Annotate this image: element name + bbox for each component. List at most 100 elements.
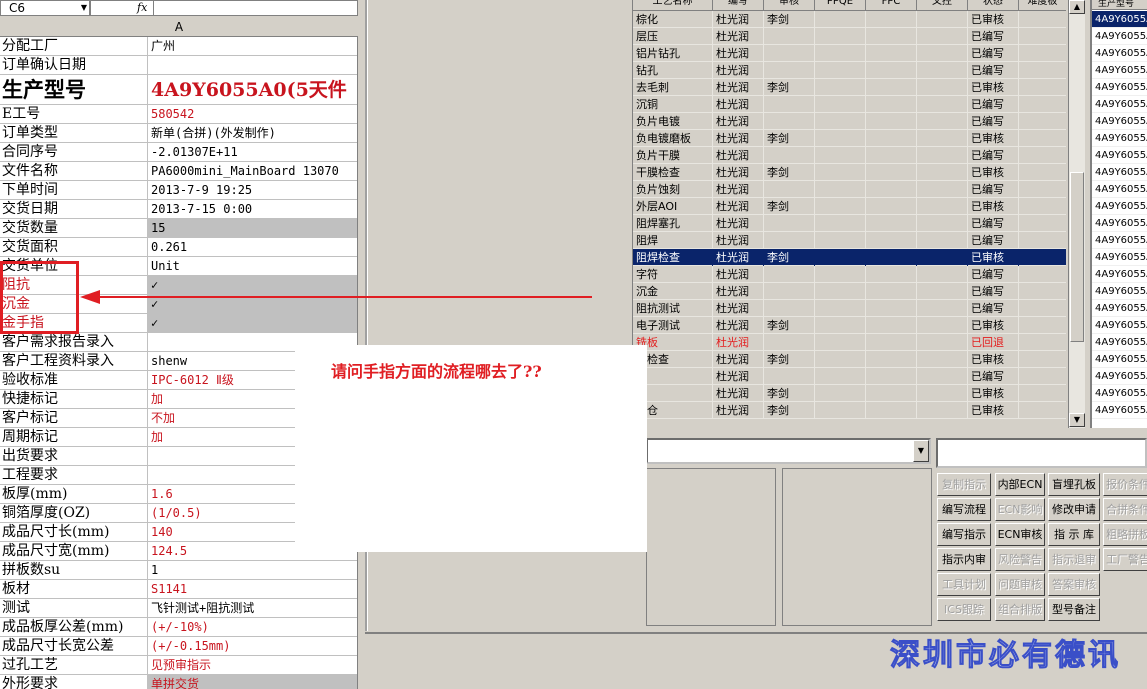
sheet-label-cell[interactable]: 拼板数su — [0, 561, 148, 580]
sheet-label-cell[interactable]: 验收标准 — [0, 371, 148, 390]
action-button[interactable]: 盲埋孔板 — [1048, 473, 1100, 496]
model-list-item[interactable]: 4A9Y6055A — [1092, 11, 1147, 28]
model-list-item[interactable]: 4A9Y6055A — [1092, 402, 1147, 419]
sheet-value-cell[interactable]: 广州 — [148, 37, 357, 56]
process-row[interactable]: 棕化 杜光润 李剑 已审核 — [633, 11, 1066, 28]
sheet-value-cell[interactable]: ✓ — [148, 295, 357, 314]
process-row[interactable]: 负电镀磨板 杜光润 李剑 已审核 — [633, 130, 1066, 147]
sheet-value-cell[interactable]: S1141 — [148, 580, 357, 599]
sheet-label-cell[interactable]: 工程要求 — [0, 466, 148, 485]
formula-bar[interactable]: fx — [90, 0, 358, 16]
action-button[interactable]: 合拼条件 — [1103, 498, 1147, 521]
model-list-item[interactable]: 4A9Y6055A — [1092, 300, 1147, 317]
sheet-value-cell[interactable]: 2013-7-9 19:25 — [148, 181, 357, 200]
process-row[interactable]: 铣板 杜光润 已回退 — [633, 334, 1066, 351]
action-button[interactable]: 型号备注 — [1048, 598, 1100, 621]
sheet-label-cell[interactable]: 订单类型 — [0, 124, 148, 143]
grid-column-header[interactable]: 状态 — [968, 0, 1019, 11]
cell-reference-box[interactable]: C6 ▼ — [0, 0, 90, 16]
action-button[interactable]: 组合排版 — [995, 598, 1045, 621]
action-button[interactable]: ECN审核 — [995, 523, 1045, 546]
model-list-item[interactable]: 4A9Y6055A — [1092, 147, 1147, 164]
function-icon[interactable]: fx — [137, 1, 147, 15]
model-list-item[interactable]: 4A9Y6055A — [1092, 351, 1147, 368]
grid-column-header[interactable]: 难度板 — [1019, 0, 1066, 11]
sheet-label-cell[interactable]: 过孔工艺 — [0, 656, 148, 675]
process-row[interactable]: 外层AOI 杜光润 李剑 已审核 — [633, 198, 1066, 215]
sheet-label-cell[interactable]: 合同序号 — [0, 143, 148, 162]
sheet-value-cell[interactable]: (+/-0.15mm) — [148, 637, 357, 656]
sheet-label-cell[interactable]: 客户工程资料录入 — [0, 352, 148, 371]
action-button[interactable]: ICS跟踪 — [937, 598, 991, 621]
action-button[interactable]: 指示退审 — [1048, 548, 1100, 571]
model-list-item[interactable]: 4A9Y6055A — [1092, 28, 1147, 45]
sheet-label-cell[interactable]: 文件名称 — [0, 162, 148, 181]
sheet-value-cell[interactable]: 580542 — [148, 105, 357, 124]
sheet-row[interactable]: 测试 飞针测试+阻抗测试 — [0, 599, 357, 618]
sheet-row[interactable]: E工号 580542 — [0, 105, 357, 124]
model-list-item[interactable]: 4A9Y6055A — [1092, 130, 1147, 147]
sheet-label-cell[interactable]: 快捷标记 — [0, 390, 148, 409]
sheet-label-cell[interactable]: 下单时间 — [0, 181, 148, 200]
grid-column-header[interactable]: 文控 — [917, 0, 968, 11]
sheet-label-cell[interactable]: 交货数量 — [0, 219, 148, 238]
sheet-value-cell[interactable]: 2013-7-15 0:00 — [148, 200, 357, 219]
scroll-down-icon[interactable]: ▼ — [1069, 413, 1085, 427]
sheet-label-cell[interactable]: 交货面积 — [0, 238, 148, 257]
sheet-label-cell[interactable]: 成品尺寸长宽公差 — [0, 637, 148, 656]
model-list-item[interactable]: 4A9Y6055A — [1092, 181, 1147, 198]
sheet-label-cell[interactable]: 成品尺寸长(mm) — [0, 523, 148, 542]
model-list-item[interactable]: 4A9Y6055A — [1092, 368, 1147, 385]
model-list-item[interactable]: 4A9Y6055A — [1092, 62, 1147, 79]
sheet-label-cell[interactable]: 客户需求报告录入 — [0, 333, 148, 352]
sheet-row[interactable]: 文件名称 PA6000mini_MainBoard 13070 — [0, 162, 357, 181]
sheet-row[interactable]: 交货数量 15 — [0, 219, 357, 238]
model-list-item[interactable]: 4A9Y6055A — [1092, 317, 1147, 334]
process-row[interactable]: 阻焊塞孔 杜光润 已编写 — [633, 215, 1066, 232]
action-button[interactable]: 修改申请 — [1048, 498, 1100, 521]
sheet-label-cell[interactable]: 生产型号 — [0, 75, 148, 105]
column-header-a[interactable]: A — [0, 17, 358, 37]
action-button[interactable]: 报价条件 — [1103, 473, 1147, 496]
action-button[interactable]: 问题审核 — [995, 573, 1045, 596]
model-list-item[interactable]: 4A9Y6055A — [1092, 198, 1147, 215]
sheet-value-cell[interactable]: 飞针测试+阻抗测试 — [148, 599, 357, 618]
sheet-label-cell[interactable]: 测试 — [0, 599, 148, 618]
model-list-item[interactable]: 4A9Y6055A — [1092, 266, 1147, 283]
process-row[interactable]: 阻焊 杜光润 已编写 — [633, 232, 1066, 249]
model-list-item[interactable]: 4A9Y6055A — [1092, 232, 1147, 249]
sheet-value-cell[interactable]: ✓ — [148, 314, 357, 333]
grid-column-header[interactable]: PPQE — [815, 0, 866, 11]
sheet-label-cell[interactable]: 订单确认日期 — [0, 56, 148, 75]
process-row[interactable]: 能检查 杜光润 李剑 已审核 — [633, 351, 1066, 368]
sheet-value-cell[interactable]: PA6000mini_MainBoard 13070 — [148, 162, 357, 181]
sheet-row[interactable]: 板材 S1141 — [0, 580, 357, 599]
sheet-value-cell[interactable]: (+/-10%) — [148, 618, 357, 637]
sheet-row[interactable]: 下单时间 2013-7-9 19:25 — [0, 181, 357, 200]
model-list-item[interactable]: 4A9Y6055A — [1092, 164, 1147, 181]
process-row[interactable]: 检杜光润已编写 — [633, 368, 1066, 385]
model-list-item[interactable]: 4A9Y6055A — [1092, 79, 1147, 96]
model-list-item[interactable]: 4A9Y6055A — [1092, 96, 1147, 113]
sheet-row[interactable]: 过孔工艺 见预审指示 — [0, 656, 357, 675]
sheet-row[interactable]: 分配工厂 广州 — [0, 37, 357, 56]
process-row[interactable]: 负片干膜 杜光润 已编写 — [633, 147, 1066, 164]
sheet-value-cell[interactable]: -2.01307E+11 — [148, 143, 357, 162]
process-row[interactable]: 沉金 杜光润 已编写 — [633, 283, 1066, 300]
action-button[interactable]: 指 示 库 — [1048, 523, 1100, 546]
sheet-row[interactable]: 交货面积 0.261 — [0, 238, 357, 257]
action-button[interactable]: 工具计划 — [937, 573, 991, 596]
search-input[interactable] — [936, 438, 1147, 468]
process-row[interactable]: 沉铜 杜光润 已编写 — [633, 96, 1066, 113]
process-row[interactable]: 阻抗测试 杜光润 已编写 — [633, 300, 1066, 317]
sheet-value-cell[interactable]: 新单(合拼)(外发制作) — [148, 124, 357, 143]
sheet-label-cell[interactable]: 外形要求 — [0, 675, 148, 689]
sheet-value-cell[interactable]: ✓ — [148, 276, 357, 295]
action-button[interactable]: 指示内审 — [937, 548, 991, 571]
sheet-label-cell[interactable]: 客户标记 — [0, 409, 148, 428]
sheet-label-cell[interactable]: 周期标记 — [0, 428, 148, 447]
action-button[interactable]: 编写流程 — [937, 498, 991, 521]
process-row[interactable]: 层压 杜光润 已编写 — [633, 28, 1066, 45]
sheet-row[interactable]: 订单类型 新单(合拼)(外发制作) — [0, 124, 357, 143]
sheet-value-cell[interactable] — [148, 56, 357, 75]
